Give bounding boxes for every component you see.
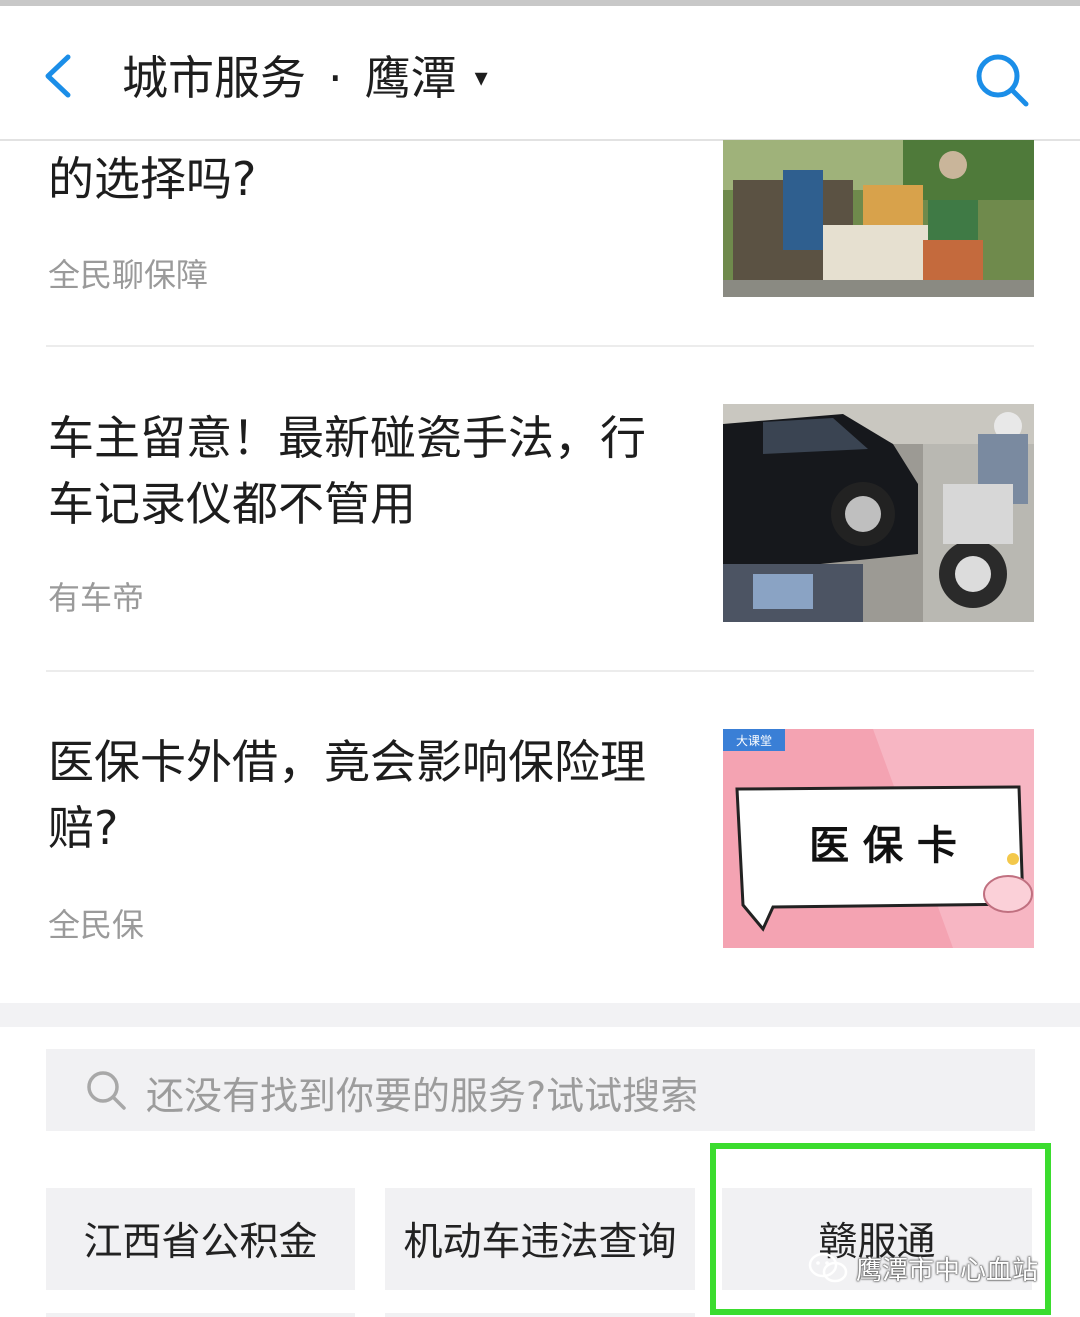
news-item[interactable]: 医保卡外借，竟会影响保险理赔? 全民保 大课堂 医 保 卡	[46, 672, 1034, 1002]
service-search-input[interactable]: 还没有找到你要的服务?试试搜索	[46, 1049, 1035, 1131]
news-source: 有车帝	[48, 579, 145, 617]
thumbnail-tag: 大课堂	[736, 734, 772, 748]
search-icon	[87, 1071, 126, 1110]
news-title: 车主留意！最新碰瓷手法，行车记录仪都不管用	[48, 411, 646, 531]
wechat-icon	[808, 1252, 848, 1283]
service-chip-provident-fund[interactable]: 江西省公积金	[46, 1188, 355, 1290]
news-title: 的选择吗?	[48, 152, 257, 206]
page-title[interactable]: 城市服务 · 鹰潭 ▾	[122, 42, 488, 108]
search-placeholder: 还没有找到你要的服务?试试搜索	[146, 1074, 699, 1118]
news-thumbnail	[723, 404, 1034, 622]
thumbnail-text: 医 保 卡	[809, 823, 957, 869]
news-source: 全民聊保障	[48, 256, 209, 294]
caret-down-icon[interactable]: ▾	[475, 63, 488, 93]
news-thumbnail	[723, 140, 1034, 297]
title-text: 城市服务	[122, 51, 306, 105]
news-title: 医保卡外借，竟会影响保险理赔?	[48, 735, 646, 855]
news-source: 全民保	[48, 906, 145, 944]
city-selector[interactable]: 鹰潭	[365, 51, 457, 105]
chevron-left-icon	[45, 54, 71, 98]
section-gap	[0, 1003, 1080, 1027]
service-chip-next-row	[385, 1313, 695, 1317]
news-item[interactable]: 车主留意！最新碰瓷手法，行车记录仪都不管用 有车帝	[46, 347, 1034, 669]
service-chip-label: 机动车违法查询	[403, 1220, 677, 1265]
service-chip-traffic-violation[interactable]: 机动车违法查询	[385, 1188, 695, 1290]
title-separator: ·	[328, 51, 343, 105]
app-header: 城市服务 · 鹰潭 ▾	[0, 6, 1080, 141]
back-button[interactable]	[40, 51, 80, 101]
watermark: 鹰潭市中心血站	[808, 1248, 1038, 1288]
search-button[interactable]	[972, 50, 1032, 110]
watermark-text: 鹰潭市中心血站	[856, 1255, 1039, 1286]
news-item[interactable]: 的选择吗? 全民聊保障	[46, 140, 1034, 345]
news-thumbnail: 大课堂 医 保 卡	[723, 729, 1034, 948]
service-chip-label: 江西省公积金	[83, 1220, 318, 1265]
service-chip-next-row	[46, 1313, 355, 1317]
search-icon	[976, 54, 1029, 107]
